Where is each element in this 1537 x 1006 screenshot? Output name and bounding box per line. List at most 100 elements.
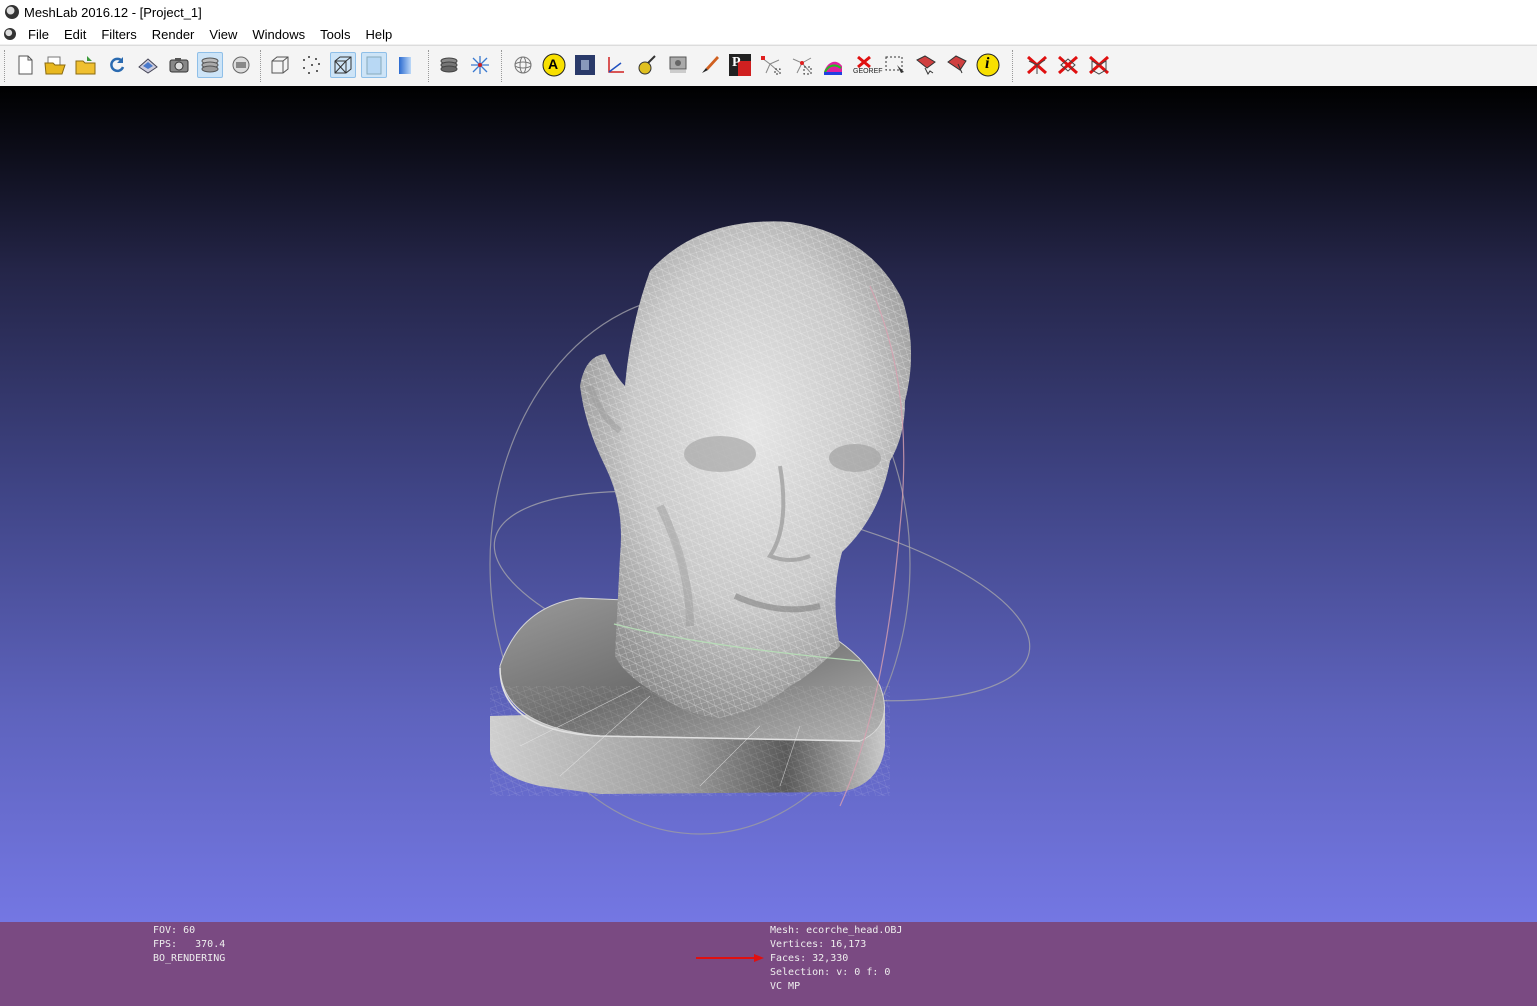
mesh-head — [580, 221, 912, 718]
reload-icon — [110, 57, 125, 73]
trackball-icon — [471, 56, 489, 74]
menu-windows[interactable]: Windows — [248, 27, 313, 42]
menu-view[interactable]: View — [205, 27, 245, 42]
annotation-label: A — [548, 56, 559, 72]
vertices-text: Vertices: 16,173 — [770, 939, 867, 950]
layer-dialog-button[interactable] — [197, 52, 223, 78]
menu-filters[interactable]: Filters — [97, 27, 144, 42]
select-faces-button[interactable] — [882, 52, 908, 78]
select-border-button[interactable] — [913, 52, 939, 78]
open-project-icon — [44, 56, 66, 75]
selection-text: Selection: v: 0 f: 0 — [770, 967, 891, 978]
paintbrush-button[interactable] — [696, 52, 722, 78]
menu-file[interactable]: File — [24, 27, 57, 42]
delete-faces-icon — [1058, 55, 1078, 75]
export-mesh-button[interactable] — [135, 52, 161, 78]
select-faces-icon — [885, 56, 904, 73]
measure-button[interactable] — [603, 52, 629, 78]
select-region-icon — [947, 55, 967, 74]
smooth-button[interactable] — [392, 52, 418, 78]
layer-dialog-icon — [201, 57, 219, 73]
toolbar-separator — [501, 50, 504, 82]
bbox-button[interactable] — [267, 52, 293, 78]
points-button[interactable] — [298, 52, 324, 78]
info-button[interactable]: i — [975, 52, 1001, 78]
menu-help[interactable]: Help — [361, 27, 400, 42]
menu-edit[interactable]: Edit — [60, 27, 94, 42]
faces-text: Faces: 32,330 — [770, 953, 849, 964]
delete-faces-button[interactable] — [1055, 52, 1081, 78]
select-region-button[interactable] — [944, 52, 970, 78]
new-project-button[interactable] — [12, 52, 38, 78]
raster-align-icon — [669, 56, 687, 73]
wireframe-icon — [334, 56, 352, 74]
delete-vertices-icon — [1027, 55, 1047, 75]
annotation-arrow-icon — [696, 954, 764, 962]
toolbar-separator — [4, 50, 7, 82]
meshlab-logo-icon — [5, 5, 19, 19]
export-mesh-icon — [138, 58, 158, 74]
snapshot-icon — [169, 58, 189, 73]
menu-tools[interactable]: Tools — [316, 27, 358, 42]
mesh-attrs-text: VC MP — [770, 981, 801, 992]
select-vertices-button[interactable] — [758, 52, 784, 78]
lighting-icon — [440, 57, 458, 73]
measure-icon — [608, 57, 624, 73]
lighting-button[interactable] — [436, 52, 462, 78]
colorize-button[interactable] — [820, 52, 846, 78]
texture-icon — [575, 55, 595, 75]
points-icon — [303, 56, 320, 74]
meshlab-menu-icon[interactable] — [4, 28, 16, 40]
bbox-icon — [271, 56, 289, 74]
texture-button[interactable] — [572, 52, 598, 78]
fps-text: FPS: 370.4 — [153, 939, 226, 950]
paint-icon — [638, 55, 656, 75]
delete-selection-button[interactable] — [1086, 52, 1112, 78]
toolbar-separator — [260, 50, 263, 82]
toolbar: A P GEOREF i — [0, 45, 1537, 87]
select-border-icon — [916, 55, 936, 75]
new-project-icon — [18, 55, 33, 75]
window-title: MeshLab 2016.12 - [Project_1] — [24, 4, 202, 20]
menu-bar: File Edit Filters Render View Windows To… — [0, 24, 1537, 44]
import-mesh-icon — [75, 56, 96, 75]
georef-label: GEOREF — [853, 68, 883, 75]
sphere-button[interactable] — [510, 52, 536, 78]
select-connected-icon — [792, 57, 812, 75]
import-mesh-button[interactable] — [73, 52, 99, 78]
select-vertices-icon — [761, 56, 781, 75]
title-bar: MeshLab 2016.12 - [Project_1] — [0, 0, 1537, 24]
smooth-icon — [399, 57, 411, 74]
snapshot-button[interactable] — [166, 52, 192, 78]
open-project-button[interactable] — [42, 52, 68, 78]
paint-button[interactable] — [634, 52, 660, 78]
raster-button[interactable] — [228, 52, 254, 78]
info-panel: FOV: 60 FPS: 370.4 BO_RENDERING Mesh: ec… — [0, 922, 1537, 1006]
pp-label: P — [732, 55, 741, 70]
annotation-button[interactable]: A — [541, 52, 567, 78]
colorize-icon — [824, 61, 842, 75]
reload-button[interactable] — [104, 52, 130, 78]
sphere-icon — [514, 56, 532, 74]
fov-text: FOV: 60 — [153, 925, 196, 936]
info-label: i — [985, 55, 990, 72]
raster-icon — [232, 56, 250, 74]
mesh-name-text: Mesh: ecorche_head.OBJ — [770, 925, 903, 936]
3d-viewport[interactable] — [0, 86, 1537, 922]
mesh-render — [489, 221, 1031, 835]
delete-vertices-button[interactable] — [1024, 52, 1050, 78]
render-mode-text: BO_RENDERING — [153, 953, 226, 964]
toolbar-separator — [1012, 50, 1015, 82]
delete-selection-icon — [1089, 55, 1109, 75]
raster-align-button[interactable] — [665, 52, 691, 78]
pp-button[interactable]: P — [727, 52, 753, 78]
georef-button[interactable]: GEOREF — [851, 52, 883, 78]
flat-icon — [366, 56, 382, 75]
menu-render[interactable]: Render — [148, 27, 203, 42]
paintbrush-icon — [702, 56, 719, 73]
trackball-button[interactable] — [467, 52, 493, 78]
wireframe-button[interactable] — [330, 52, 356, 78]
toolbar-separator — [428, 50, 431, 82]
select-connected-button[interactable] — [789, 52, 815, 78]
flat-button[interactable] — [361, 52, 387, 78]
